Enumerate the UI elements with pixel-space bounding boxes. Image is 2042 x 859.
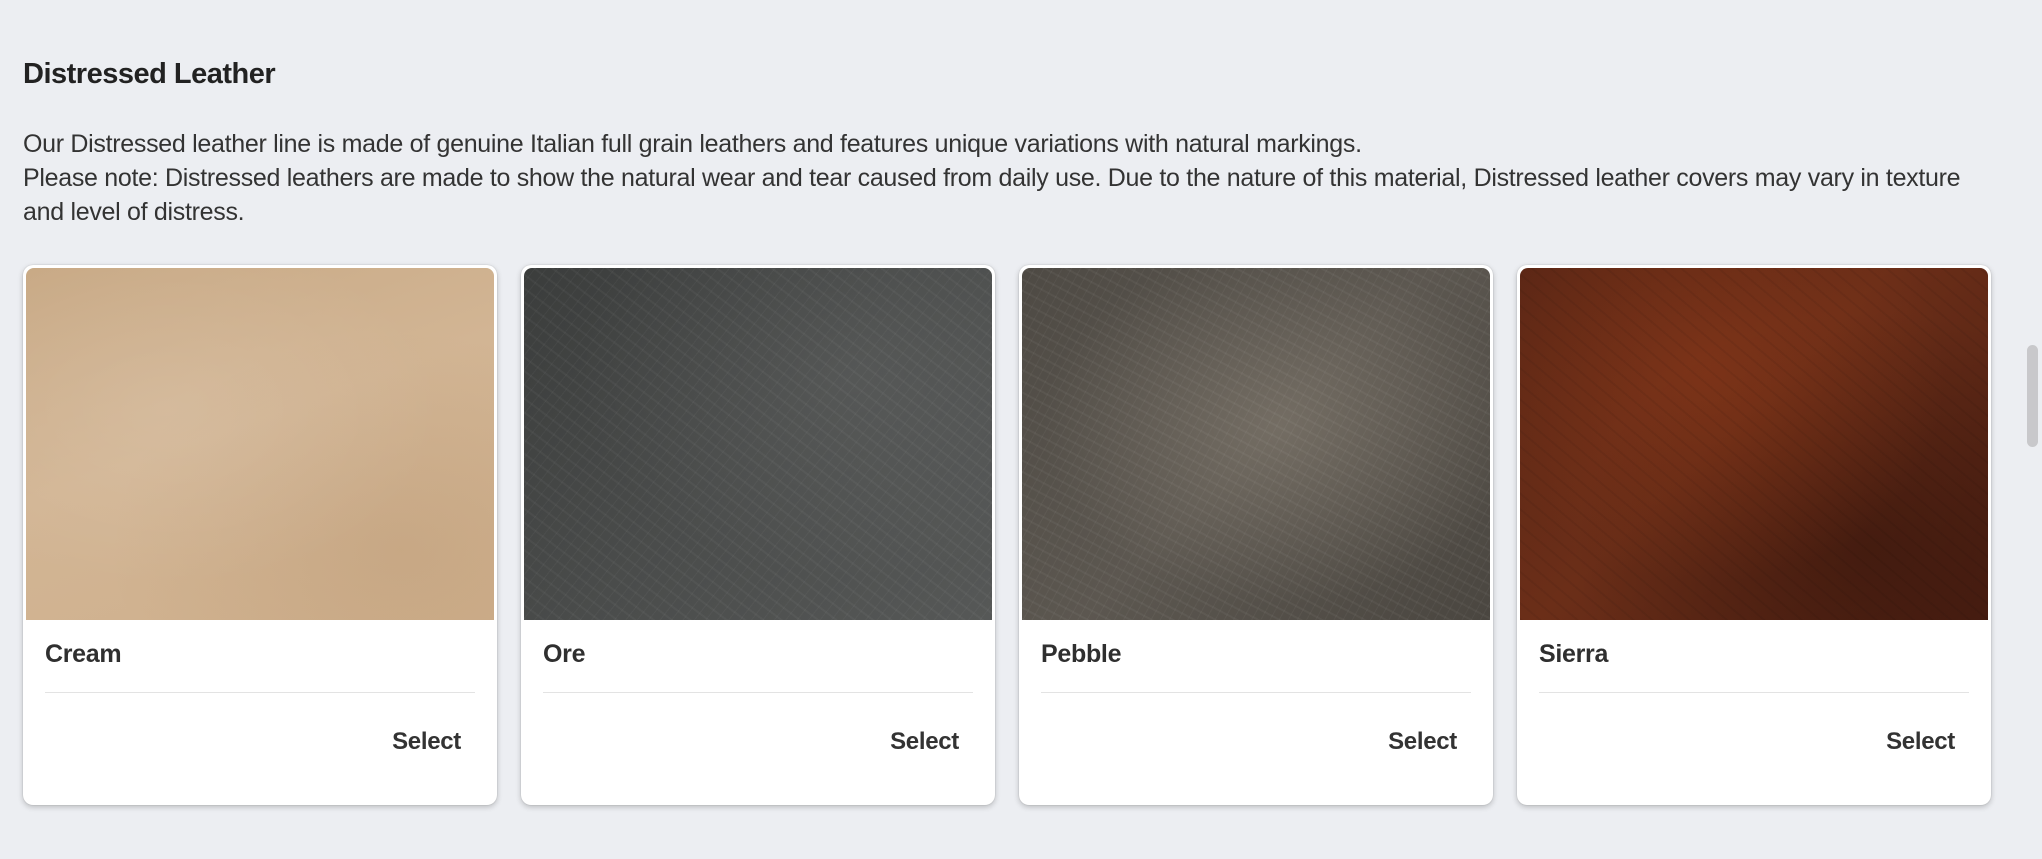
- swatch-card-sierra[interactable]: Sierra Select: [1517, 265, 1991, 805]
- select-button-sierra[interactable]: Select: [1886, 728, 1955, 756]
- section-title: Distressed Leather: [23, 58, 276, 90]
- swatch-card-ore[interactable]: Ore Select: [521, 265, 995, 805]
- swatch-card-list: Cream Select Ore Select Pebble Select Si…: [23, 265, 1991, 805]
- swatch-name: Cream: [45, 640, 122, 668]
- card-divider: [1041, 692, 1471, 693]
- select-button-ore[interactable]: Select: [890, 728, 959, 756]
- swatch-image-sierra[interactable]: [1520, 268, 1988, 620]
- select-button-cream[interactable]: Select: [392, 728, 461, 756]
- swatch-card-pebble[interactable]: Pebble Select: [1019, 265, 1493, 805]
- select-button-pebble[interactable]: Select: [1388, 728, 1457, 756]
- description-line-1: Our Distressed leather line is made of g…: [23, 130, 1362, 158]
- swatch-name: Pebble: [1041, 640, 1122, 668]
- card-divider: [543, 692, 973, 693]
- card-divider: [45, 692, 475, 693]
- scrollbar-thumb[interactable]: [2027, 345, 2038, 447]
- page-scrollbar[interactable]: [2020, 0, 2042, 859]
- swatch-card-cream[interactable]: Cream Select: [23, 265, 497, 805]
- swatch-image-pebble[interactable]: [1022, 268, 1490, 620]
- page: Distressed Leather Our Distressed leathe…: [0, 0, 2042, 859]
- section-description: Our Distressed leather line is made of g…: [23, 127, 1993, 229]
- swatch-name: Sierra: [1539, 640, 1609, 668]
- card-divider: [1539, 692, 1969, 693]
- swatch-image-cream[interactable]: [26, 268, 494, 620]
- description-line-2: Please note: Distressed leathers are mad…: [23, 164, 1961, 226]
- swatch-image-ore[interactable]: [524, 268, 992, 620]
- swatch-name: Ore: [543, 640, 586, 668]
